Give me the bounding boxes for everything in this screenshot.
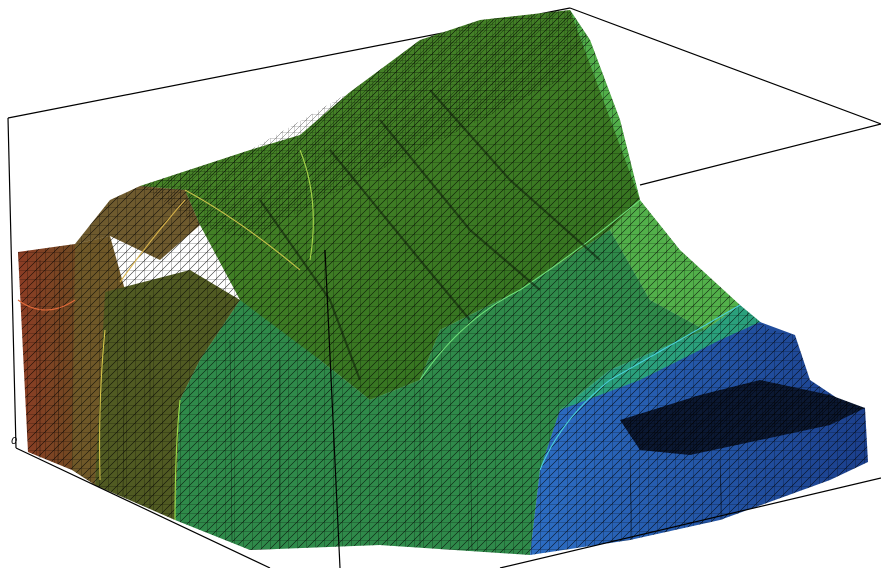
terrain-mesh bbox=[17, 10, 868, 555]
terrain-render bbox=[7, 7, 881, 569]
3d-mesh-viewport[interactable]: 0 bbox=[0, 0, 881, 569]
axis-origin-label: 0 bbox=[11, 436, 18, 447]
